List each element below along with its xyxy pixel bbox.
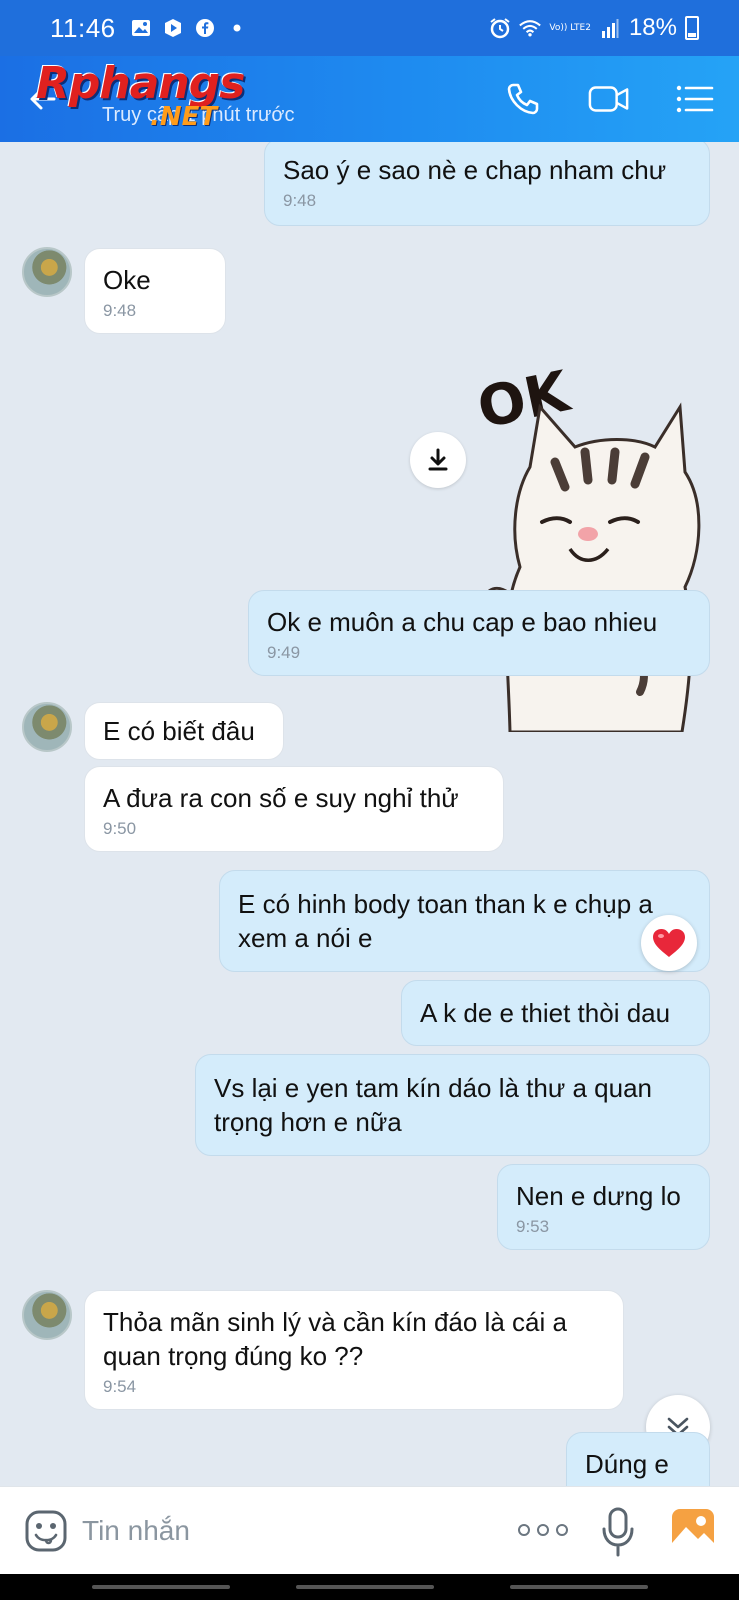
chat-messages[interactable]: Sao ý e sao nè e chap nham chư 9:48 Oke … (0, 142, 739, 1486)
message-bubble-outgoing[interactable]: Sao ý e sao nè e chap nham chư 9:48 (264, 142, 710, 226)
download-icon[interactable] (410, 432, 466, 488)
message-time: 9:50 (103, 819, 137, 838)
more-dot (518, 1524, 530, 1536)
avatar[interactable] (22, 1290, 72, 1340)
message-text: Oke (103, 265, 151, 295)
battery-percent: 18% (628, 14, 677, 41)
message-time: 9:48 (103, 301, 137, 320)
system-nav-bar (0, 1574, 739, 1600)
status-bar: 11:46 Vo)) LTE2 18% (0, 0, 739, 56)
avatar[interactable] (22, 247, 72, 297)
message-text: Nen e dưng lo (516, 1181, 681, 1211)
more-notifications-dot-icon (226, 17, 248, 39)
message-text: E có hinh body toan than k e chụp a xem … (238, 889, 653, 953)
video-call-icon[interactable] (588, 78, 630, 120)
message-bubble-outgoing[interactable]: A k de e thiet thòi dau (401, 980, 710, 1046)
chat-header: Truy cập 1 phút trước Rphangs .NET (0, 56, 739, 142)
message-text: Dúng e (585, 1449, 669, 1479)
emoji-icon[interactable] (24, 1509, 68, 1553)
message-input[interactable] (82, 1509, 482, 1553)
notification-icons (130, 17, 248, 39)
message-text: Thỏa mãn sinh lý và cần kín đáo là cái a… (103, 1307, 567, 1371)
play-notification-icon (162, 17, 184, 39)
phone-icon[interactable] (502, 78, 544, 120)
nav-back-button[interactable] (510, 1585, 648, 1589)
microphone-icon[interactable] (600, 1503, 636, 1559)
message-time: 9:48 (283, 191, 317, 210)
message-bubble-outgoing[interactable]: Vs lại e yen tam kín dáo là thư a quan t… (195, 1054, 710, 1156)
message-bubble-incoming[interactable]: E có biết đâu (84, 702, 284, 760)
status-time: 11:46 (50, 12, 116, 43)
wifi-icon (519, 17, 542, 39)
heart-icon[interactable] (641, 915, 697, 971)
message-time: 9:54 (103, 1377, 137, 1396)
message-bubble-incoming[interactable]: A đưa ra con số e suy nghỉ thử 9:50 (84, 766, 504, 852)
more-dot (556, 1524, 568, 1536)
message-text: A đưa ra con số e suy nghỉ thử (103, 783, 459, 813)
message-bubble-outgoing[interactable]: Ok e muôn a chu cap e bao nhieu 9:49 (248, 590, 710, 676)
message-input-bar (0, 1486, 739, 1574)
status-right: Vo)) LTE2 18% (489, 14, 699, 42)
photo-icon[interactable] (670, 1507, 716, 1553)
message-text: Vs lại e yen tam kín dáo là thư a quan t… (214, 1073, 653, 1137)
signal-icon (599, 17, 621, 39)
message-bubble-outgoing[interactable]: Dúng e (566, 1432, 710, 1486)
more-dots-icon[interactable] (518, 1515, 568, 1545)
message-text: A k de e thiet thòi dau (420, 998, 671, 1028)
message-time: 9:53 (516, 1217, 550, 1236)
facebook-notification-icon (194, 17, 216, 39)
alarm-icon (489, 17, 511, 39)
message-time: 9:49 (267, 643, 301, 662)
message-text: Sao ý e sao nè e chap nham chư (283, 155, 667, 185)
avatar[interactable] (22, 702, 72, 752)
menu-list-icon[interactable] (674, 78, 716, 120)
message-text: Ok e muôn a chu cap e bao nhieu (267, 607, 658, 637)
message-bubble-incoming[interactable]: Thỏa mãn sinh lý và cần kín đáo là cái a… (84, 1290, 624, 1410)
gallery-notification-icon (130, 17, 152, 39)
message-bubble-incoming[interactable]: Oke 9:48 (84, 248, 226, 334)
network-type-label: Vo)) LTE2 (549, 22, 591, 33)
message-text: E có biết đâu (103, 716, 255, 746)
message-bubble-outgoing[interactable]: E có hinh body toan than k e chụp a xem … (219, 870, 710, 972)
message-bubble-outgoing[interactable]: Nen e dưng lo 9:53 (497, 1164, 710, 1250)
battery-icon (685, 16, 699, 40)
watermark-logo-suffix: .NET (150, 102, 218, 132)
more-dot (537, 1524, 549, 1536)
nav-recent-button[interactable] (92, 1585, 230, 1589)
nav-home-button[interactable] (296, 1585, 434, 1589)
